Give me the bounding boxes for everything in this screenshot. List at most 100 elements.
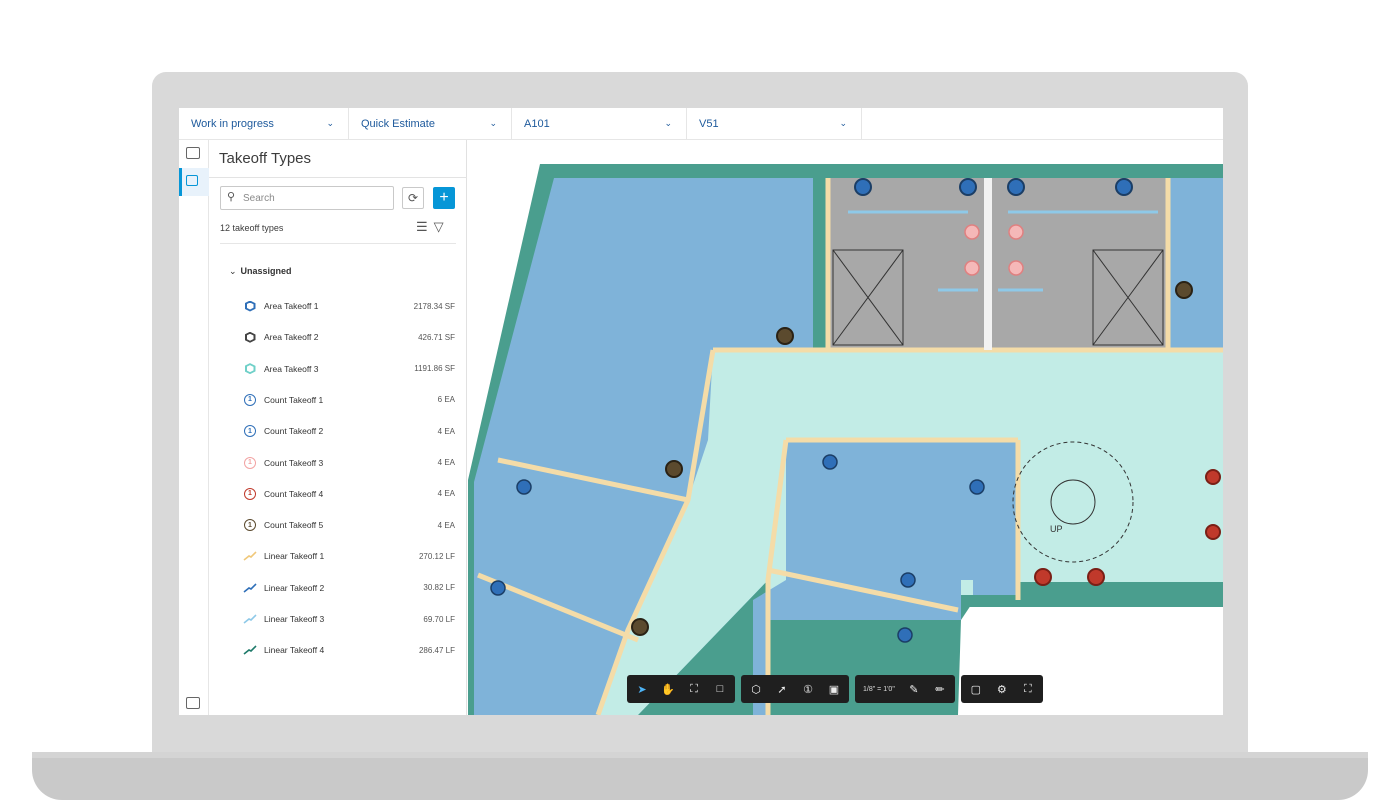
takeoff-quantity: 4 EA xyxy=(437,458,455,467)
takeoff-quantity: 286.47 LF xyxy=(418,645,455,655)
takeoff-quantity: 4 EA xyxy=(437,489,455,499)
interior-wall xyxy=(961,595,1223,607)
plus-icon: + xyxy=(439,189,449,206)
dropdown-version[interactable]: V51 ⌄ xyxy=(687,108,862,140)
takeoff-quantity: 2178.34 SF xyxy=(413,301,455,311)
chevron-down-icon: ⌄ xyxy=(664,118,672,128)
canvas-toolbar: ➤ ✋ ⛶ □ ⬡ ➚ ① ▣ 1/8" = 1'0" ✎ ✏ ▢ ⚙ ⛶ xyxy=(627,675,1043,703)
laptop-base xyxy=(32,752,1368,800)
takeoff-name: Count Takeoff 1 xyxy=(264,394,324,405)
takeoff-row[interactable]: 1 Count Takeoff 5 4 EA xyxy=(243,517,455,533)
dropdown-status[interactable]: Work in progress ⌄ xyxy=(179,108,349,140)
area-takeoff-icon xyxy=(243,299,257,313)
takeoff-name: Area Takeoff 2 xyxy=(264,332,319,343)
area-takeoff-icon xyxy=(243,362,257,376)
takeoff-name: Count Takeoff 4 xyxy=(264,488,324,499)
linear-takeoff-icon xyxy=(243,581,257,595)
app-screen: Work in progress ⌄ Quick Estimate ⌄ A101… xyxy=(179,108,1223,715)
zoom-area-icon[interactable]: □ xyxy=(713,683,727,695)
select-icon[interactable]: ➤ xyxy=(635,683,649,696)
panel-title: Takeoff Types xyxy=(219,150,312,167)
count-tool-icon[interactable]: ① xyxy=(801,683,815,696)
layers-icon[interactable]: ▣ xyxy=(827,683,841,696)
linear-takeoff-icon xyxy=(243,643,257,657)
takeoff-row[interactable]: Area Takeoff 2 426.71 SF xyxy=(243,329,455,345)
rail-item-takeoff[interactable] xyxy=(179,168,209,196)
view-tools: ▢ ⚙ ⛶ xyxy=(960,675,1043,703)
measure-tools: 1/8" = 1'0" ✎ ✏ xyxy=(855,675,955,703)
takeoff-quantity: 1191.86 SF xyxy=(414,364,455,374)
sliders-icon[interactable]: ☰ xyxy=(416,219,434,234)
import-button[interactable]: ⟳ xyxy=(402,187,424,209)
fullscreen-icon[interactable]: ⛶ xyxy=(1021,683,1035,696)
count-takeoff-icon: 1 xyxy=(243,393,257,407)
area-tool-icon[interactable]: ⬡ xyxy=(749,683,763,696)
filter-controls: ☰▽ xyxy=(416,219,450,235)
takeoff-name: Linear Takeoff 4 xyxy=(264,645,325,656)
takeoff-row[interactable]: Linear Takeoff 1 270.12 LF xyxy=(243,548,455,564)
takeoff-icon xyxy=(186,175,198,186)
sheets-icon[interactable] xyxy=(186,147,200,159)
dropdown-sheet[interactable]: A101 ⌄ xyxy=(512,108,687,140)
group-header-unassigned[interactable]: ⌄ Unassigned xyxy=(229,266,292,277)
left-rail xyxy=(179,140,209,715)
calibrate-icon[interactable]: ✎ xyxy=(907,683,921,696)
area-takeoff-blue xyxy=(1168,178,1223,350)
dropdown-estimate[interactable]: Quick Estimate ⌄ xyxy=(349,108,512,140)
takeoff-name: Area Takeoff 1 xyxy=(264,301,319,311)
linear-tool-icon[interactable]: ➚ xyxy=(775,683,789,696)
takeoff-name: Count Takeoff 2 xyxy=(264,426,324,437)
takeoff-row[interactable]: Linear Takeoff 2 30.82 LF xyxy=(243,580,455,596)
takeoff-row[interactable]: 1 Count Takeoff 3 4 EA xyxy=(243,455,455,471)
add-takeoff-button[interactable]: + xyxy=(433,187,455,209)
takeoff-row[interactable]: 1 Count Takeoff 2 4 EA xyxy=(243,423,455,439)
dropdown-sheet-label: A101 xyxy=(524,118,550,130)
sheet-icon[interactable]: ▢ xyxy=(969,683,983,696)
takeoff-name: Count Takeoff 5 xyxy=(264,520,324,531)
divider xyxy=(209,177,467,178)
takeoff-quantity: 426.71 SF xyxy=(418,332,455,342)
search-icon: ⚲ xyxy=(227,191,236,203)
takeoff-name: Linear Takeoff 2 xyxy=(264,582,325,593)
table-icon[interactable] xyxy=(186,697,200,709)
divider xyxy=(220,243,456,244)
pan-icon[interactable]: ✋ xyxy=(661,683,675,696)
takeoff-row[interactable]: Linear Takeoff 3 69.70 LF xyxy=(243,611,455,627)
dropdown-status-label: Work in progress xyxy=(191,118,274,130)
area-takeoff-icon xyxy=(243,330,257,344)
takeoff-quantity: 4 EA xyxy=(437,520,455,530)
scale-selector[interactable]: 1/8" = 1'0" xyxy=(863,686,895,693)
takeoff-quantity: 4 EA xyxy=(437,426,455,436)
takeoff-count: 12 takeoff types xyxy=(220,223,284,233)
takeoff-quantity: 270.12 LF xyxy=(418,551,455,561)
chevron-down-icon: ⌄ xyxy=(839,118,847,128)
takeoff-quantity: 6 EA xyxy=(437,395,455,405)
takeoff-row[interactable]: 1 Count Takeoff 4 4 EA xyxy=(243,486,455,502)
search-input[interactable]: ⚲ Search xyxy=(220,186,394,210)
restroom-area xyxy=(828,178,1168,350)
takeoff-name: Linear Takeoff 1 xyxy=(264,551,325,562)
linear-takeoff-icon xyxy=(243,612,257,626)
count-takeoff-icon: 1 xyxy=(243,424,257,438)
takeoff-name: Area Takeoff 3 xyxy=(264,363,319,374)
dropdown-version-label: V51 xyxy=(699,118,719,130)
count-takeoff-icon: 1 xyxy=(243,487,257,501)
takeoff-tools: ⬡ ➚ ① ▣ xyxy=(741,675,849,703)
measure-icon[interactable]: ✏ xyxy=(933,683,947,696)
top-bar: Work in progress ⌄ Quick Estimate ⌄ A101… xyxy=(179,108,1223,140)
fit-icon[interactable]: ⛶ xyxy=(687,683,701,696)
takeoff-row[interactable]: 1 Count Takeoff 1 6 EA xyxy=(243,392,455,408)
floor-plan: UP xyxy=(468,164,1223,715)
takeoff-row[interactable]: Area Takeoff 1 2178.34 SF xyxy=(243,298,455,314)
group-label: Unassigned xyxy=(240,266,292,276)
drawing-canvas[interactable]: UP ➤ ✋ ⛶ □ ⬡ ➚ ① ▣ 1/8" = 1'0" ✎ ✏ ▢ ⚙ ⛶ xyxy=(468,140,1223,715)
takeoff-row[interactable]: Linear Takeoff 4 286.47 LF xyxy=(243,642,455,658)
chevron-down-icon: ⌄ xyxy=(229,266,237,276)
takeoff-name: Linear Takeoff 3 xyxy=(264,614,325,624)
refresh-icon: ⟳ xyxy=(407,191,419,205)
linear-takeoff-icon xyxy=(243,549,257,563)
filter-icon[interactable]: ▽ xyxy=(434,219,450,234)
takeoff-row[interactable]: Area Takeoff 3 1191.86 SF xyxy=(243,361,455,377)
settings-icon[interactable]: ⚙ xyxy=(995,683,1009,696)
count-takeoff-icon: 1 xyxy=(243,518,257,532)
